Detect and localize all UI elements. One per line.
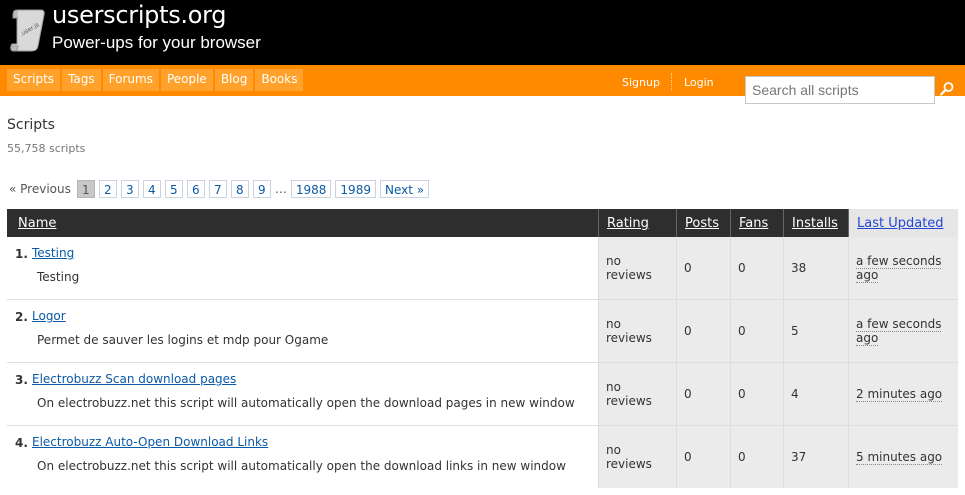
login-link[interactable]: Login (684, 76, 714, 89)
table-header-row: Name Rating Posts Fans Installs Last Upd… (7, 209, 958, 237)
row-number: 3. (15, 373, 28, 387)
rating-cell: no reviews (598, 237, 677, 300)
script-link[interactable]: Logor (32, 309, 66, 323)
page-3[interactable]: 3 (120, 180, 139, 198)
scripts-table: Name Rating Posts Fans Installs Last Upd… (7, 209, 958, 488)
column-header-last-updated[interactable]: Last Updated (848, 209, 958, 237)
script-description: On electrobuzz.net this script will auto… (37, 459, 566, 473)
pagination-ellipsis: … (274, 182, 287, 196)
search-icon[interactable] (938, 80, 956, 98)
column-header-name[interactable]: Name (7, 209, 599, 237)
previous-page: « Previous (9, 182, 71, 196)
column-header-rating[interactable]: Rating (598, 209, 677, 237)
nav-item-tags[interactable]: Tags (62, 69, 101, 91)
table-row: 3. Electrobuzz Scan download pages On el… (7, 362, 958, 426)
row-number: 1. (15, 247, 28, 261)
nav-item-blog[interactable]: Blog (214, 69, 254, 91)
posts-cell: 0 (676, 362, 731, 426)
fans-cell: 0 (730, 362, 784, 426)
nav-item-forums[interactable]: Forums (102, 69, 159, 91)
script-link[interactable]: Electrobuzz Auto-Open Download Links (32, 435, 268, 449)
updated-time-suffix: ago (856, 331, 879, 346)
script-name-cell: 3. Electrobuzz Scan download pages On el… (7, 362, 599, 426)
page-1989[interactable]: 1989 (335, 180, 376, 198)
installs-cell: 4 (783, 362, 849, 426)
row-number: 2. (15, 310, 28, 324)
search-box (745, 76, 935, 104)
fans-cell: 0 (730, 425, 784, 488)
script-description: On electrobuzz.net this script will auto… (37, 396, 575, 410)
nav-menu: Scripts Tags Forums People Blog Books (7, 69, 304, 91)
site-title[interactable]: userscripts.org (52, 1, 227, 29)
page-8[interactable]: 8 (230, 180, 249, 198)
script-link[interactable]: Electrobuzz Scan download pages (32, 372, 236, 386)
pagination: « Previous 1 2 3 4 5 6 7 8 9 … 1988 1989… (7, 180, 433, 198)
page-4[interactable]: 4 (142, 180, 161, 198)
fans-cell: 0 (730, 299, 784, 363)
site-tagline: Power-ups for your browser (52, 33, 261, 52)
updated-time: a few seconds (856, 254, 942, 269)
nav-item-scripts[interactable]: Scripts (7, 69, 61, 91)
last-updated-cell: a few seconds ago (848, 237, 958, 300)
installs-cell: 37 (783, 425, 849, 488)
script-link[interactable]: Testing (32, 246, 74, 260)
next-page-button[interactable]: Next » (379, 180, 430, 198)
nav-divider (670, 73, 673, 91)
last-updated-cell: a few seconds ago (848, 299, 958, 363)
script-name-cell: 2. Logor Permet de sauver les logins et … (7, 299, 599, 363)
posts-cell: 0 (676, 425, 731, 488)
installs-cell: 38 (783, 237, 849, 300)
table-row: 4. Electrobuzz Auto-Open Download Links … (7, 425, 958, 488)
row-number: 4. (15, 436, 28, 450)
page-1: 1 (76, 180, 95, 198)
fans-cell: 0 (730, 237, 784, 300)
script-description: Testing (37, 270, 80, 284)
table-row: 2. Logor Permet de sauver les logins et … (7, 299, 958, 363)
column-header-installs[interactable]: Installs (783, 209, 849, 237)
last-updated-cell: 2 minutes ago (848, 362, 958, 426)
table-row: 1. Testing Testing no reviews 0 0 38 a f… (7, 237, 958, 300)
updated-time: a few seconds (856, 317, 942, 332)
posts-cell: 0 (676, 299, 731, 363)
updated-time: 2 minutes ago (856, 387, 943, 402)
page-7[interactable]: 7 (208, 180, 227, 198)
account-links: Signup Login (622, 73, 714, 91)
scroll-logo-icon[interactable]: .user.js (8, 6, 48, 54)
script-name-cell: 1. Testing Testing (7, 237, 599, 300)
nav-item-people[interactable]: People (160, 69, 213, 91)
script-name-cell: 4. Electrobuzz Auto-Open Download Links … (7, 425, 599, 488)
page-1988[interactable]: 1988 (290, 180, 332, 198)
search-input[interactable] (746, 77, 934, 103)
posts-cell: 0 (676, 237, 731, 300)
page-5[interactable]: 5 (164, 180, 183, 198)
page-title: Scripts (7, 117, 55, 133)
rating-cell: no reviews (598, 362, 677, 426)
last-updated-cell: 5 minutes ago (848, 425, 958, 488)
rating-cell: no reviews (598, 425, 677, 488)
signup-link[interactable]: Signup (622, 76, 660, 89)
nav-item-books[interactable]: Books (255, 69, 304, 91)
rating-cell: no reviews (598, 299, 677, 363)
script-description: Permet de sauver les logins et mdp pour … (37, 333, 329, 347)
page-6[interactable]: 6 (186, 180, 205, 198)
column-header-fans[interactable]: Fans (730, 209, 784, 237)
updated-time: 5 minutes ago (856, 450, 943, 465)
site-header: .user.js userscripts.org Power-ups for y… (0, 0, 965, 65)
column-header-posts[interactable]: Posts (676, 209, 731, 237)
script-count: 55,758 scripts (7, 142, 86, 155)
page-2[interactable]: 2 (98, 180, 117, 198)
installs-cell: 5 (783, 299, 849, 363)
updated-time-suffix: ago (856, 268, 879, 283)
page-9[interactable]: 9 (252, 180, 271, 198)
